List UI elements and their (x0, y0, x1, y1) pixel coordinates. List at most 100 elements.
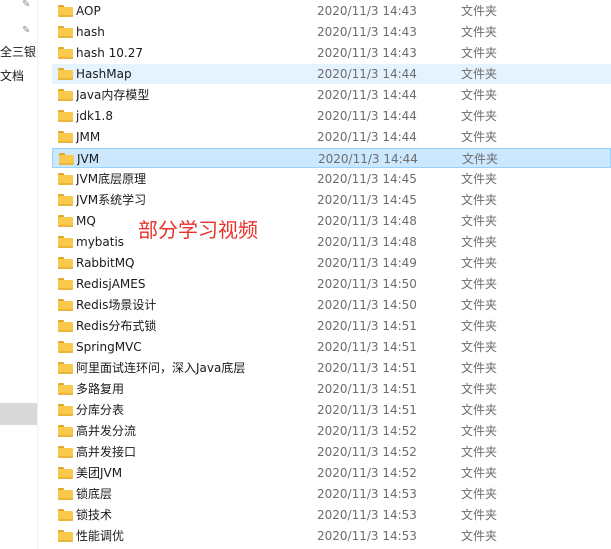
file-type: 文件夹 (461, 529, 498, 543)
file-name: SpringMVC (76, 340, 142, 354)
file-name: 多路复用 (76, 382, 125, 396)
folder-icon (58, 425, 73, 437)
file-type: 文件夹 (461, 361, 498, 375)
file-row[interactable]: JVM底层原理 2020/11/3 14:45 文件夹 (52, 169, 611, 189)
modified-date: 2020/11/3 14:53 (317, 508, 417, 522)
file-row[interactable]: JMM 2020/11/3 14:44 文件夹 (52, 127, 611, 147)
modified-date: 2020/11/3 14:44 (317, 109, 417, 123)
file-type: 文件夹 (461, 340, 498, 354)
folder-icon (58, 320, 73, 332)
file-name: JMM (76, 130, 101, 144)
modified-date: 2020/11/3 14:50 (317, 298, 417, 312)
modified-date: 2020/11/3 14:48 (317, 235, 417, 249)
folder-icon (58, 278, 73, 290)
file-row[interactable]: 高并发接口 2020/11/3 14:52 文件夹 (52, 442, 611, 462)
file-type: 文件夹 (461, 382, 498, 396)
file-type: 文件夹 (462, 152, 499, 166)
modified-date: 2020/11/3 14:52 (317, 424, 417, 438)
file-row[interactable]: Redis分布式锁 2020/11/3 14:51 文件夹 (52, 316, 611, 336)
file-type: 文件夹 (461, 403, 498, 417)
modified-date: 2020/11/3 14:44 (317, 130, 417, 144)
file-row[interactable]: mybatis 2020/11/3 14:48 文件夹 (52, 232, 611, 252)
modified-date: 2020/11/3 14:52 (317, 466, 417, 480)
folder-icon (58, 299, 73, 311)
folder-icon (58, 236, 73, 248)
modified-date: 2020/11/3 14:53 (317, 487, 417, 501)
modified-date: 2020/11/3 14:45 (317, 193, 417, 207)
modified-date: 2020/11/3 14:51 (317, 403, 417, 417)
modified-date: 2020/11/3 14:50 (317, 277, 417, 291)
file-name: AOP (76, 4, 101, 18)
file-name: Redis场景设计 (76, 298, 157, 312)
modified-date: 2020/11/3 14:44 (318, 152, 418, 166)
file-name: RabbitMQ (76, 256, 135, 270)
folder-icon (58, 530, 73, 542)
file-name: JVM系统学习 (76, 193, 147, 207)
modified-date: 2020/11/3 14:51 (317, 319, 417, 333)
file-type: 文件夹 (461, 88, 498, 102)
modified-date: 2020/11/3 14:44 (317, 88, 417, 102)
file-type: 文件夹 (461, 172, 498, 186)
file-type: 文件夹 (461, 193, 498, 207)
file-row[interactable]: jdk1.8 2020/11/3 14:44 文件夹 (52, 106, 611, 126)
modified-date: 2020/11/3 14:48 (317, 214, 417, 228)
modified-date: 2020/11/3 14:51 (317, 361, 417, 375)
file-row[interactable]: 分库分表 2020/11/3 14:51 文件夹 (52, 400, 611, 420)
file-name: 锁技术 (76, 508, 113, 522)
file-type: 文件夹 (461, 130, 498, 144)
modified-date: 2020/11/3 14:43 (317, 46, 417, 60)
folder-icon (58, 89, 73, 101)
file-row[interactable]: MQ 2020/11/3 14:48 文件夹 (52, 211, 611, 231)
file-row[interactable]: 多路复用 2020/11/3 14:51 文件夹 (52, 379, 611, 399)
folder-icon (58, 404, 73, 416)
file-name: hash 10.27 (76, 46, 143, 60)
folder-icon (59, 153, 74, 165)
nav-item-quick-access[interactable]: 全三银D (0, 44, 37, 60)
file-name: 高并发分流 (76, 424, 137, 438)
file-row[interactable]: hash 2020/11/3 14:43 文件夹 (52, 22, 611, 42)
folder-icon (58, 68, 73, 80)
file-row[interactable]: 阿里面试连环问，深入Java底层 2020/11/3 14:51 文件夹 (52, 358, 611, 378)
modified-date: 2020/11/3 14:51 (317, 340, 417, 354)
file-type: 文件夹 (461, 25, 498, 39)
modified-date: 2020/11/3 14:43 (317, 25, 417, 39)
modified-date: 2020/11/3 14:43 (317, 4, 417, 18)
file-row[interactable]: 锁底层 2020/11/3 14:53 文件夹 (52, 484, 611, 504)
file-type: 文件夹 (461, 256, 498, 270)
nav-item-documents[interactable]: 文档 (0, 68, 24, 84)
file-row[interactable]: JVM系统学习 2020/11/3 14:45 文件夹 (52, 190, 611, 210)
file-row[interactable]: 高并发分流 2020/11/3 14:52 文件夹 (52, 421, 611, 441)
file-name: JVM底层原理 (76, 172, 147, 186)
annotation-text: 部分学习视频 (138, 218, 258, 242)
file-row[interactable]: 美团JVM 2020/11/3 14:52 文件夹 (52, 463, 611, 483)
file-explorer-window: ✎ ✎ 全三银D 文档 AOP 2020/11/3 14:43 文件夹 hash 202… (0, 0, 611, 549)
file-row[interactable]: Redis场景设计 2020/11/3 14:50 文件夹 (52, 295, 611, 315)
file-row[interactable]: 性能调优 2020/11/3 14:53 文件夹 (52, 526, 611, 546)
file-type: 文件夹 (461, 508, 498, 522)
file-row[interactable]: hash 10.27 2020/11/3 14:43 文件夹 (52, 43, 611, 63)
file-name: 美团JVM (76, 466, 123, 480)
file-type: 文件夹 (461, 466, 498, 480)
file-type: 文件夹 (461, 109, 498, 123)
modified-date: 2020/11/3 14:51 (317, 382, 417, 396)
file-name: Java内存模型 (76, 88, 150, 102)
file-name: Redis分布式锁 (76, 319, 157, 333)
file-row[interactable]: HashMap 2020/11/3 14:44 文件夹 (52, 64, 611, 84)
folder-icon (58, 383, 73, 395)
file-type: 文件夹 (461, 46, 498, 60)
file-row[interactable]: RedisjAMES 2020/11/3 14:50 文件夹 (52, 274, 611, 294)
file-row[interactable]: JVM 2020/11/3 14:44 文件夹 (52, 148, 611, 168)
pin-icon: ✎ (22, 0, 31, 10)
pin-icon: ✎ (22, 25, 31, 36)
file-list: AOP 2020/11/3 14:43 文件夹 hash 2020/11/3 14:43… (38, 0, 611, 549)
file-row[interactable]: Java内存模型 2020/11/3 14:44 文件夹 (52, 85, 611, 105)
nav-item-selected[interactable] (0, 403, 37, 425)
folder-icon (58, 446, 73, 458)
modified-date: 2020/11/3 14:45 (317, 172, 417, 186)
file-row[interactable]: SpringMVC 2020/11/3 14:51 文件夹 (52, 337, 611, 357)
modified-date: 2020/11/3 14:52 (317, 445, 417, 459)
folder-icon (58, 341, 73, 353)
file-row[interactable]: 锁技术 2020/11/3 14:53 文件夹 (52, 505, 611, 525)
file-row[interactable]: AOP 2020/11/3 14:43 文件夹 (52, 1, 611, 21)
file-row[interactable]: RabbitMQ 2020/11/3 14:49 文件夹 (52, 253, 611, 273)
